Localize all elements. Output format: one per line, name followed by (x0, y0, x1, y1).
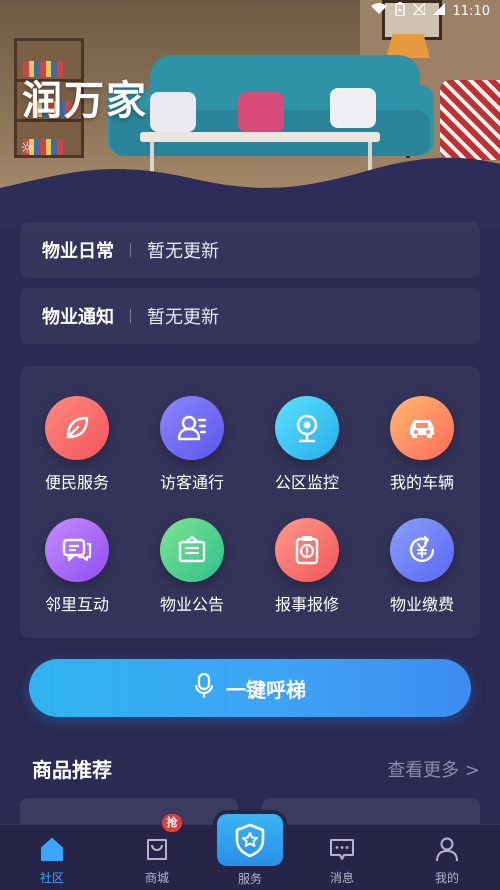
tab-service[interactable] (217, 814, 283, 866)
no-signal-icon (411, 1, 426, 19)
divider (130, 309, 131, 323)
notice-board-icon (160, 518, 224, 582)
service-repair[interactable]: 报事报修 (257, 518, 357, 615)
tab-label: 商城 (144, 871, 169, 885)
report-icon (275, 518, 339, 582)
services-panel: 便民服务 访客通行 公区监控 我的车辆 邻里互动 物业公告 报事报修 物业缴费 (20, 366, 480, 638)
shield-star-icon (235, 823, 265, 858)
call-elevator-label: 一键呼梯 (226, 677, 306, 702)
service-label: 访客通行 (159, 473, 224, 492)
recommend-title: 商品推荐 (32, 758, 112, 782)
message-icon (330, 839, 354, 860)
service-monitor[interactable]: 公区监控 (257, 396, 357, 493)
payment-icon (390, 518, 454, 582)
webcam-icon (275, 396, 339, 460)
visitor-icon (160, 396, 224, 460)
signal-icon (432, 3, 445, 19)
service-label: 邻里互动 (44, 595, 109, 614)
service-visitor[interactable]: 访客通行 (142, 396, 242, 493)
battery-icon (394, 2, 405, 20)
leaf-icon (45, 396, 109, 460)
mall-badge: 抢 (162, 814, 182, 832)
chat-icon (45, 518, 109, 582)
notice-label: 物业通知 (42, 307, 114, 328)
home-icon (41, 838, 63, 861)
user-icon (436, 837, 458, 862)
tab-label: 社区 (39, 871, 64, 885)
car-icon (390, 396, 454, 460)
service-vehicle[interactable]: 我的车辆 (372, 396, 472, 493)
notice-announcement[interactable]: 物业通知 暂无更新 (20, 288, 480, 344)
tab-service-label: 服务 (237, 872, 262, 886)
notice-text: 暂无更新 (147, 241, 219, 262)
service-neighbor[interactable]: 邻里互动 (27, 518, 127, 615)
wifi-icon (370, 3, 387, 19)
service-label: 物业公告 (159, 595, 224, 614)
service-bulletin[interactable]: 物业公告 (142, 518, 242, 615)
app-title: 润万家 (22, 78, 148, 124)
status-time: 11:10 (452, 3, 490, 19)
tab-label: 我的 (434, 871, 459, 885)
service-label: 报事报修 (274, 595, 339, 614)
tab-mall[interactable]: 商城 (107, 825, 207, 890)
tab-mine[interactable]: 我的 (397, 825, 497, 890)
service-convenience[interactable]: 便民服务 (27, 396, 127, 493)
divider (130, 243, 131, 257)
call-elevator-button[interactable]: 一键呼梯 (29, 659, 471, 717)
tab-messages[interactable]: 消息 (292, 825, 392, 890)
shopping-bag-icon (147, 839, 167, 860)
weather-sun-icon[interactable]: ☼ (20, 138, 34, 157)
notice-text: 暂无更新 (147, 307, 219, 328)
service-label: 便民服务 (44, 473, 109, 492)
notice-daily[interactable]: 物业日常 暂无更新 (20, 222, 480, 278)
service-label: 我的车辆 (389, 473, 454, 492)
microphone-icon (194, 672, 214, 703)
tab-label: 消息 (329, 871, 354, 885)
hero-wave (0, 157, 500, 230)
tab-community[interactable]: 社区 (2, 825, 102, 890)
service-label: 物业缴费 (389, 595, 454, 614)
service-payment[interactable]: 物业缴费 (372, 518, 472, 615)
status-bar: 11:10 (361, 0, 500, 22)
view-more-link[interactable]: 查看更多 > (387, 756, 480, 782)
notice-label: 物业日常 (42, 241, 114, 262)
service-label: 公区监控 (274, 473, 339, 492)
